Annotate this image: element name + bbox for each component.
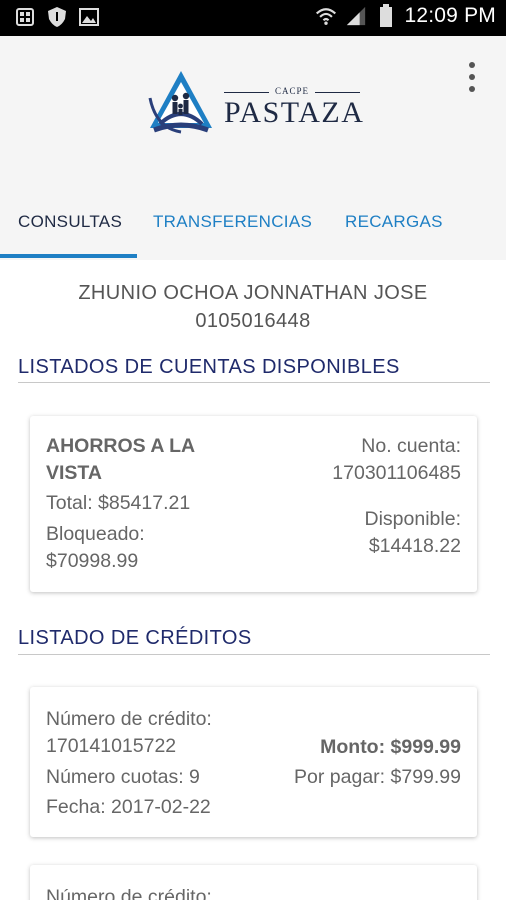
accounts-section-title: LISTADOS DE CUENTAS DISPONIBLES — [18, 356, 400, 378]
account-available-value: $14418.22 — [368, 535, 461, 557]
account-card[interactable]: AHORROS A LA VISTA Total: $85417.21 Bloq… — [30, 416, 477, 592]
credit-amount: Monto: $999.99 — [320, 736, 461, 758]
signal-icon — [345, 5, 367, 27]
main-content[interactable]: ZHUNIO OCHOA JONNATHAN JOSE 0105016448 L… — [0, 260, 506, 900]
user-id: 0105016448 — [195, 310, 311, 332]
account-blocked-value: $70998.99 — [46, 550, 139, 572]
credit-date: Fecha: 2017-02-22 — [46, 796, 211, 818]
credit-number-label: Número de crédito: — [46, 886, 212, 900]
app-logo: CACPE PASTAZA — [146, 68, 366, 138]
user-name: ZHUNIO OCHOA JONNATHAN JOSE — [78, 282, 428, 304]
credits-section-divider — [18, 654, 490, 655]
battery-icon — [375, 4, 397, 27]
shield-icon — [46, 6, 68, 28]
sim-manager-icon — [14, 6, 36, 28]
credit-installments: Número cuotas: 9 — [46, 766, 200, 788]
logo-emblem-icon — [148, 71, 212, 134]
account-type-line2: VISTA — [46, 462, 102, 484]
credits-section-title: LISTADO DE CRÉDITOS — [18, 627, 252, 649]
account-type: AHORROS A LA — [46, 435, 196, 457]
credit-card[interactable]: Número de crédito: 170141015722 Número c… — [30, 687, 477, 837]
overflow-menu-icon[interactable] — [460, 62, 484, 92]
account-blocked-label: Bloqueado: — [46, 523, 145, 545]
credit-card[interactable]: Número de crédito: — [30, 865, 477, 900]
status-time: 12:09 PM — [404, 4, 496, 27]
tab-transferencias[interactable]: TRANSFERENCIAS — [153, 212, 312, 232]
tab-consultas[interactable]: CONSULTAS — [18, 212, 122, 232]
account-number-label: No. cuenta: — [361, 435, 461, 457]
accounts-section-divider — [18, 382, 490, 383]
account-available-label: Disponible: — [364, 508, 461, 530]
status-bar: 12:09 PM — [0, 0, 506, 36]
credit-number: 170141015722 — [46, 735, 177, 757]
logo-small-text: CACPE — [269, 86, 315, 96]
account-number: 170301106485 — [332, 462, 461, 484]
wifi-icon — [315, 5, 337, 27]
account-total: Total: $85417.21 — [46, 492, 191, 514]
image-icon — [78, 6, 100, 28]
tab-bar: CONSULTAS TRANSFERENCIAS RECARGAS — [0, 196, 506, 260]
credit-number-label: Número de crédito: — [46, 708, 212, 730]
tab-recargas[interactable]: RECARGAS — [345, 212, 443, 232]
credit-pending: Por pagar: $799.99 — [294, 766, 461, 788]
active-tab-indicator — [0, 254, 137, 258]
app-header: CACPE PASTAZA CONSULTAS TRANSFERENCIAS R… — [0, 36, 506, 260]
logo-wordmark: PASTAZA — [224, 96, 365, 129]
